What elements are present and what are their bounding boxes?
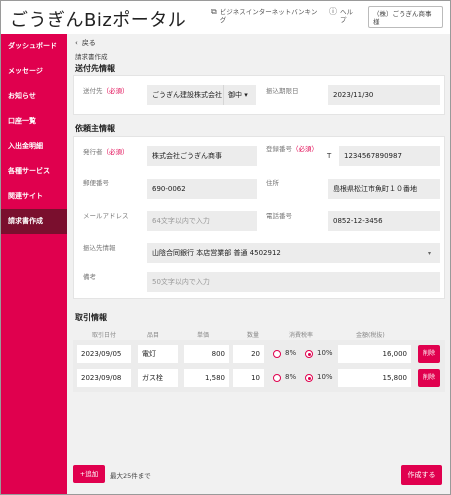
sidebar-item-invoice[interactable]: 請求書作成 <box>1 209 67 234</box>
tax-10-radio[interactable] <box>305 350 313 358</box>
max-rows-note: 最大25件まで <box>110 472 151 480</box>
row-qty[interactable]: 10 <box>233 369 264 387</box>
row-amount: 15,800 <box>338 369 411 387</box>
col-header-qty: 数量 <box>247 332 260 339</box>
row-qty[interactable]: 20 <box>233 345 264 363</box>
sidebar-item-notices[interactable]: お知らせ <box>1 84 67 109</box>
email-input[interactable]: 64文字以内で入力 <box>147 211 257 231</box>
due-date-label: 振込期限日 <box>266 87 299 95</box>
add-row-button[interactable]: +追加 <box>73 465 105 483</box>
back-link[interactable]: ‹ 戻る <box>75 38 96 48</box>
sidebar-item-transactions[interactable]: 入出金明細 <box>1 134 67 159</box>
regno-input[interactable]: 1234567890987 <box>339 146 440 166</box>
sidebar-item-services[interactable]: 各種サービス <box>1 159 67 184</box>
tax-8-radio[interactable] <box>273 374 281 382</box>
due-date-input[interactable]: 2023/11/30 <box>328 85 440 105</box>
row-item[interactable]: ガス栓 <box>138 369 178 387</box>
row-price[interactable]: 1,580 <box>184 369 229 387</box>
account-select[interactable]: 山陰合同銀行 本店営業部 普通 4502912 <box>147 243 440 263</box>
address-label: 住所 <box>266 179 279 187</box>
sidebar-item-accounts[interactable]: 口座一覧 <box>1 109 67 134</box>
postal-input[interactable]: 690-0062 <box>147 179 257 199</box>
chevron-down-icon: ▾ <box>428 250 432 257</box>
col-header-price: 単価 <box>197 332 210 339</box>
dest-input[interactable]: ごうぎん建設株式会社 <box>147 85 223 105</box>
account-label: 振込先情報 <box>83 244 116 252</box>
tax-8-label: 8% <box>285 349 297 357</box>
regno-prefix: T <box>327 152 332 160</box>
internet-banking-label: ビジネスインターネットバンキング <box>219 8 318 24</box>
col-header-date: 取引日付 <box>92 332 117 339</box>
honorific-select[interactable]: 御中 ▾ <box>223 85 256 105</box>
row-price[interactable]: 800 <box>184 345 229 363</box>
row-amount: 16,000 <box>338 345 411 363</box>
recipient-section-title: 送付先情報 <box>75 64 115 73</box>
internet-banking-link[interactable]: ⧉ ビジネスインターネットバンキング <box>211 7 323 25</box>
user-menu-button[interactable]: （株）ごうぎん商事 様 <box>368 6 443 28</box>
row-date[interactable]: 2023/09/05 <box>77 345 131 363</box>
help-label: ヘルプ <box>340 8 353 24</box>
tax-10-label: 10% <box>317 349 333 357</box>
address-input[interactable]: 島根県松江市魚町１０番地 <box>328 179 440 199</box>
row-date[interactable]: 2023/09/08 <box>77 369 131 387</box>
page-title: 請求書作成 <box>75 53 108 61</box>
portal-logo[interactable]: ごうぎんBizポータル <box>10 6 186 32</box>
issuer-input[interactable]: 株式会社ごうぎん商事 <box>147 146 257 166</box>
tax-10-label: 10% <box>317 373 333 381</box>
delete-row-button[interactable]: 削除 <box>418 345 440 363</box>
sidebar-item-dashboard[interactable]: ダッシュボード <box>1 34 67 59</box>
header: ごうぎんBizポータル ⧉ ビジネスインターネットバンキング ⓘ ヘルプ （株）… <box>1 1 450 34</box>
col-header-tax: 消費税率 <box>289 332 314 339</box>
requester-section-title: 依頼主情報 <box>75 124 115 133</box>
back-label: 戻る <box>81 39 96 47</box>
sidebar: ダッシュボード メッセージ お知らせ 口座一覧 入出金明細 各種サービス 関連サ… <box>1 34 67 494</box>
delete-row-button[interactable]: 削除 <box>418 369 440 387</box>
chevron-left-icon: ‹ <box>75 39 78 47</box>
note-label: 備考 <box>83 273 96 281</box>
tax-8-radio[interactable] <box>273 350 281 358</box>
sidebar-item-messages[interactable]: メッセージ <box>1 59 67 84</box>
recipient-card: 送付先（必須） ごうぎん建設株式会社 御中 ▾ 振込期限日 2023/11/30 <box>73 75 445 115</box>
postal-label: 郵便番号 <box>83 179 109 187</box>
regno-label: 登録番号（必須） <box>266 145 318 153</box>
row-item[interactable]: 電灯 <box>138 345 178 363</box>
create-invoice-button[interactable]: 作成する <box>401 465 442 485</box>
main-content: ‹ 戻る 請求書作成 送付先情報 送付先（必須） ごうぎん建設株式会社 御中 ▾ … <box>67 34 450 494</box>
dest-label: 送付先（必須） <box>83 87 129 95</box>
note-input[interactable]: 50文字以内で入力 <box>147 272 440 292</box>
external-link-icon: ⧉ <box>211 7 217 16</box>
sidebar-item-related-sites[interactable]: 関連サイト <box>1 184 67 209</box>
tax-8-label: 8% <box>285 373 297 381</box>
col-header-item: 品目 <box>147 332 160 339</box>
col-header-amount: 金額(税抜) <box>356 332 385 339</box>
email-label: メールアドレス <box>83 212 129 220</box>
tax-10-radio[interactable] <box>305 374 313 382</box>
issuer-label: 発行者（必須） <box>83 148 129 156</box>
help-link[interactable]: ⓘ ヘルプ <box>329 7 357 25</box>
phone-input[interactable]: 0852-12-3456 <box>328 211 440 231</box>
transactions-section-title: 取引情報 <box>75 313 107 322</box>
help-icon: ⓘ <box>329 7 337 16</box>
phone-label: 電話番号 <box>266 212 292 220</box>
requester-card: 発行者（必須） 株式会社ごうぎん商事 登録番号（必須） T 1234567890… <box>73 136 445 299</box>
